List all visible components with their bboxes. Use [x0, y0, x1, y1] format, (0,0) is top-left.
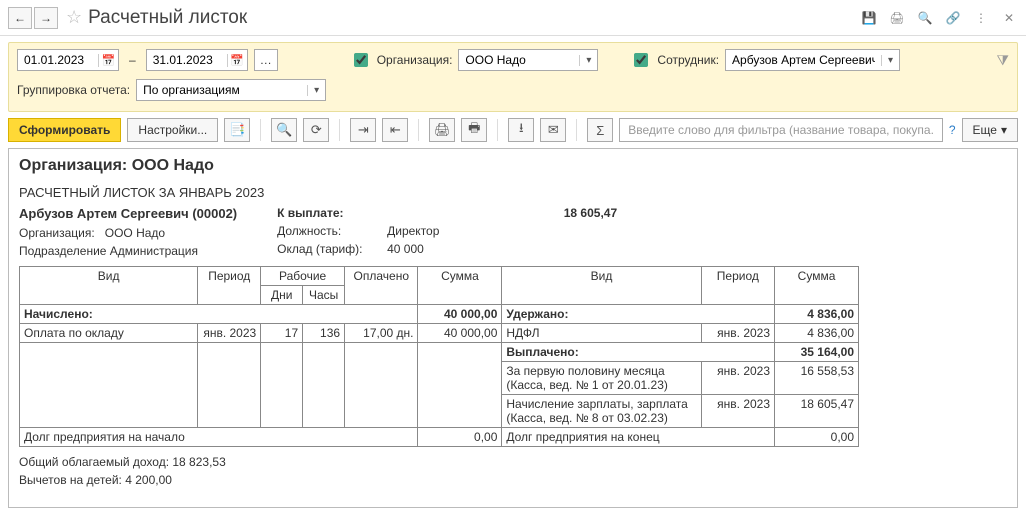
- refresh-icon[interactable]: ⟳: [303, 118, 329, 142]
- date-to-input[interactable]: 📅: [146, 49, 248, 71]
- date-range-dash: –: [129, 53, 136, 67]
- link-icon[interactable]: 🔗: [944, 9, 962, 27]
- print-settings-icon[interactable]: 🖶: [461, 118, 487, 142]
- date-to-field[interactable]: [147, 53, 227, 67]
- col-days: Дни: [261, 285, 303, 304]
- nav-forward-button[interactable]: →: [34, 7, 58, 29]
- org-field[interactable]: [459, 53, 579, 67]
- settings-button[interactable]: Настройки...: [127, 118, 218, 142]
- filter-search-input[interactable]: [626, 122, 936, 138]
- chevron-down-icon[interactable]: ▾: [307, 85, 325, 96]
- col-paid: Оплачено: [345, 266, 418, 304]
- emp-combo[interactable]: ▾: [725, 49, 900, 71]
- group-combo[interactable]: ▾: [136, 79, 326, 101]
- col-hours: Часы: [303, 285, 345, 304]
- org-checkbox[interactable]: [354, 53, 368, 67]
- search-icon[interactable]: 🔍: [271, 118, 297, 142]
- rate-value: 40 000: [387, 240, 617, 258]
- email-icon[interactable]: ✉: [540, 118, 566, 142]
- copy-icon[interactable]: 📑: [224, 118, 250, 142]
- dept-value: Администрация: [110, 244, 198, 258]
- report-subtitle: РАСЧЕТНЫЙ ЛИСТОК ЗА ЯНВАРЬ 2023: [19, 185, 1007, 200]
- nav-back-button[interactable]: ←: [8, 7, 32, 29]
- print-icon[interactable]: 🖨: [429, 118, 455, 142]
- filter-search-box[interactable]: [619, 118, 943, 142]
- date-from-field[interactable]: [18, 53, 98, 67]
- group-field[interactable]: [137, 83, 307, 97]
- col-kind: Вид: [20, 266, 198, 304]
- preview-icon[interactable]: 🔍: [916, 9, 934, 27]
- footer-deductions: Вычетов на детей: 4 200,00: [19, 471, 1007, 489]
- group-label: Группировка отчета:: [17, 83, 130, 97]
- dept-label: Подразделение: [19, 244, 106, 258]
- funnel-filter-icon[interactable]: ⧩: [997, 52, 1010, 69]
- org-line-value: ООО Надо: [105, 226, 165, 240]
- chevron-down-icon[interactable]: ▾: [579, 55, 597, 66]
- chevron-down-icon: ▾: [1001, 123, 1007, 137]
- favorite-star-icon[interactable]: ☆: [66, 7, 82, 28]
- payslip-table: Вид Период Рабочие Оплачено Сумма Вид Пе…: [19, 266, 859, 447]
- help-icon[interactable]: ?: [949, 123, 956, 137]
- withheld-label: Удержано:: [502, 304, 775, 323]
- rate-label: Оклад (тариф):: [277, 240, 387, 258]
- paidout-total: 35 164,00: [775, 342, 859, 361]
- expand-all-icon[interactable]: ⇥: [350, 118, 376, 142]
- accrued-total: 40 000,00: [418, 304, 502, 323]
- sum-icon[interactable]: Σ: [587, 118, 613, 142]
- debt-end-label: Долг предприятия на конец: [502, 427, 775, 446]
- org-combo[interactable]: ▾: [458, 49, 598, 71]
- org-line-label: Организация:: [19, 226, 95, 240]
- col-period: Период: [198, 266, 261, 304]
- debt-end-value: 0,00: [775, 427, 859, 446]
- table-row: Долг предприятия на начало 0,00 Долг пре…: [20, 427, 859, 446]
- col-sum-r: Сумма: [775, 266, 859, 304]
- emp-field[interactable]: [726, 53, 881, 67]
- date-range-picker-button[interactable]: …: [254, 49, 278, 71]
- footer-taxable: Общий облагаемый доход: 18 823,53: [19, 453, 1007, 471]
- col-kind-r: Вид: [502, 266, 701, 304]
- col-period-r: Период: [701, 266, 774, 304]
- position-label: Должность:: [277, 222, 387, 240]
- collapse-all-icon[interactable]: ⇤: [382, 118, 408, 142]
- close-icon[interactable]: ✕: [1000, 9, 1018, 27]
- print-icon[interactable]: 🖨: [888, 9, 906, 27]
- report-org-title: Организация: ООО Надо: [19, 157, 1007, 175]
- position-value: Директор: [387, 222, 617, 240]
- withheld-total: 4 836,00: [775, 304, 859, 323]
- report-content: Организация: ООО Надо РАСЧЕТНЫЙ ЛИСТОК З…: [8, 148, 1018, 508]
- generate-button[interactable]: Сформировать: [8, 118, 121, 142]
- emp-label: Сотрудник:: [657, 53, 719, 67]
- paidout-label: Выплачено:: [502, 342, 775, 361]
- save-file-icon[interactable]: ⭳: [508, 118, 534, 142]
- table-row: Оплата по окладу янв. 2023 17 136 17,00 …: [20, 323, 859, 342]
- col-sum: Сумма: [418, 266, 502, 304]
- calendar-icon[interactable]: 📅: [227, 54, 247, 67]
- toolbar: Сформировать Настройки... 📑 🔍 ⟳ ⇥ ⇤ 🖨 🖶 …: [0, 112, 1026, 148]
- more-button[interactable]: Еще ▾: [962, 118, 1018, 142]
- pay-value: 18 605,47: [387, 204, 617, 222]
- calendar-icon[interactable]: 📅: [98, 54, 118, 67]
- page-title: Расчетный листок: [88, 7, 860, 29]
- save-icon[interactable]: 💾: [860, 9, 878, 27]
- col-work: Рабочие: [261, 266, 345, 285]
- filter-panel: 📅 – 📅 … Организация: ▾ Сотрудник: ▾ ⧩ Гр…: [8, 42, 1018, 112]
- chevron-down-icon[interactable]: ▾: [881, 55, 899, 66]
- pay-label: К выплате:: [277, 204, 387, 222]
- debt-start-label: Долг предприятия на начало: [20, 427, 418, 446]
- employee-name: Арбузов Артем Сергеевич (00002): [19, 204, 237, 224]
- date-from-input[interactable]: 📅: [17, 49, 119, 71]
- table-row: Выплачено: 35 164,00: [20, 342, 859, 361]
- more-menu-icon[interactable]: ⋮: [972, 9, 990, 27]
- debt-start-value: 0,00: [418, 427, 502, 446]
- org-label: Организация:: [377, 53, 453, 67]
- accrued-label: Начислено:: [20, 304, 418, 323]
- emp-checkbox[interactable]: [634, 53, 648, 67]
